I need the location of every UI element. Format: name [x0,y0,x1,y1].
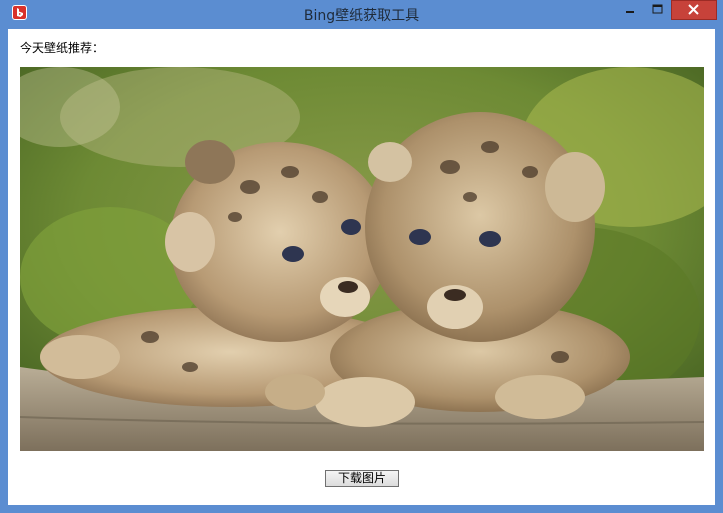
download-image-button[interactable]: 下载图片 [325,470,399,487]
window-title: Bing壁纸获取工具 [303,8,420,24]
minimize-icon [626,11,634,13]
close-button[interactable] [671,0,717,20]
app-window: Bing壁纸获取工具 今天壁纸推荐： 下载图片 [0,0,723,513]
minimize-button[interactable] [617,0,644,20]
title-bar[interactable]: Bing壁纸获取工具 [0,0,723,28]
maximize-button[interactable] [644,0,670,20]
wallpaper-image [20,67,704,451]
client-area: 今天壁纸推荐： 下载图片 [8,29,715,505]
maximize-icon [652,4,663,14]
close-icon [688,4,699,15]
today-wallpaper-label: 今天壁纸推荐： [20,41,105,55]
